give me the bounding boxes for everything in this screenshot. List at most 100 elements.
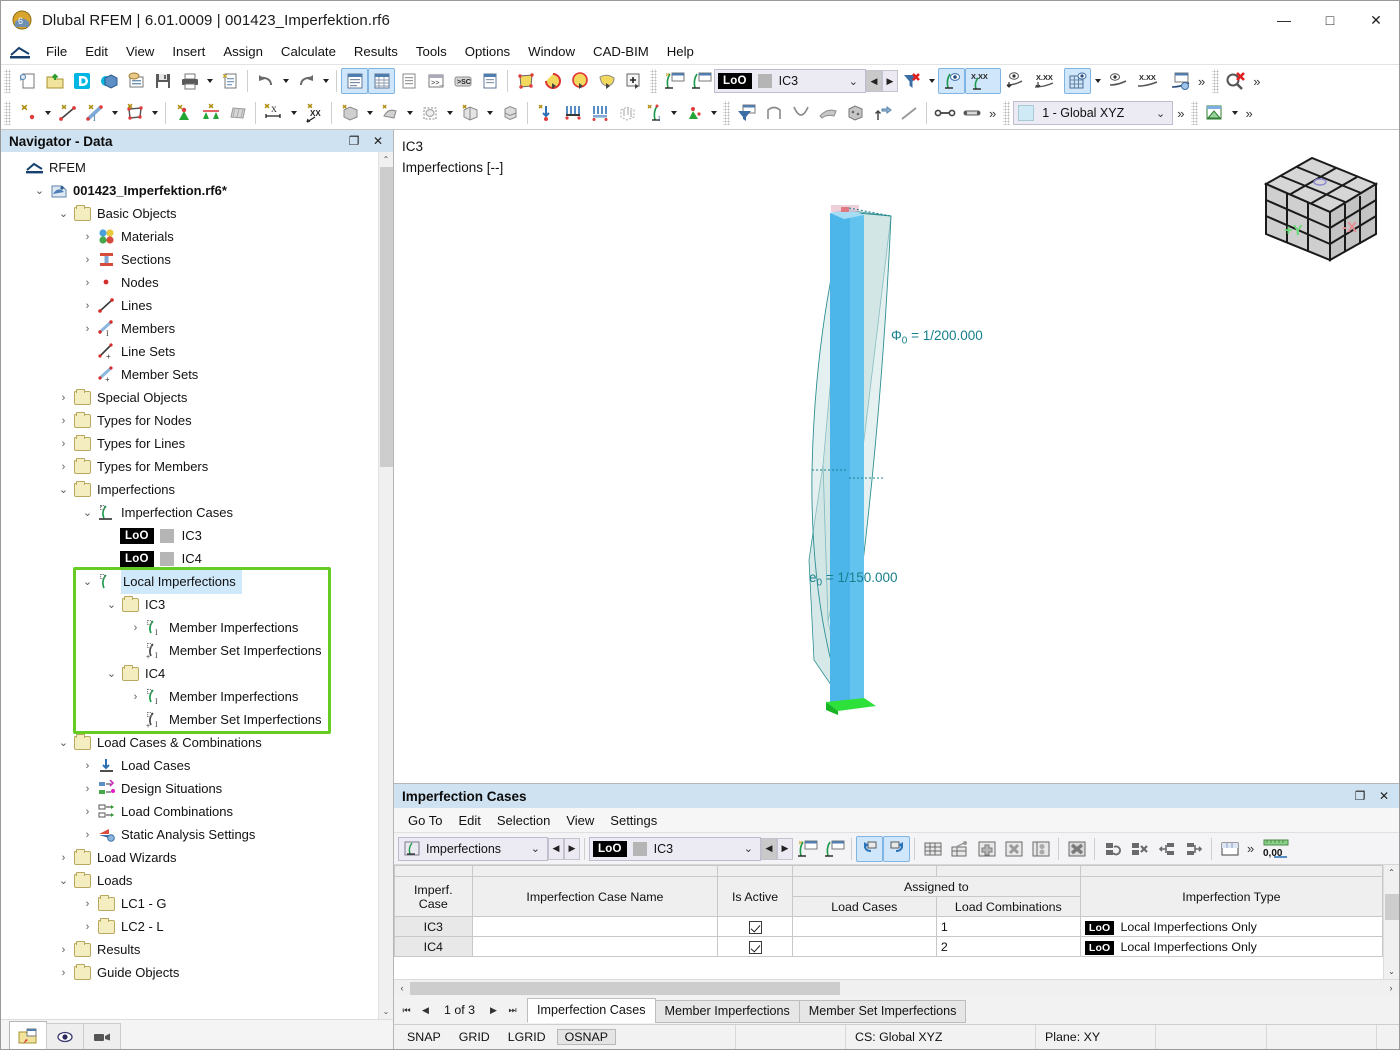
chevron-right-icon[interactable]: › [79,800,96,823]
chevron-down-icon[interactable]: ⌄ [31,179,48,202]
member-load-button[interactable] [586,100,613,126]
imperfection-load-button[interactable]: I [640,100,667,126]
chevron-right-icon[interactable]: › [79,225,96,248]
table-hscroll-thumb[interactable] [410,981,840,995]
delete-row-button[interactable] [1000,836,1027,862]
table-panel-restore-button[interactable]: ❐ [1349,786,1371,806]
chevron-right-icon[interactable]: › [55,938,72,961]
panel-case-combo[interactable]: LoO IC3 ⌄ [589,836,761,861]
table-settings-button[interactable] [946,836,973,862]
tree-item-static-analysis-settings[interactable]: › Static Analysis Settings [1,823,378,846]
tree-item-special-objects[interactable]: › Special Objects [1,386,378,409]
print-dropdown-caret[interactable] [203,68,216,94]
chevron-right-icon[interactable]: › [55,432,72,455]
imperfection-load-caret[interactable] [667,100,680,126]
printout-report-button[interactable] [216,68,243,94]
cell-imperf-case[interactable]: IC3 [394,916,473,937]
support-reactions-button[interactable] [1104,68,1131,94]
tree-item-001423-imperfektion-rf6-[interactable]: ⌄ 001423_Imperfektion.rf6* [1,179,378,202]
col-load-combinations[interactable]: Load Combinations [935,896,1081,917]
navigator-tree[interactable]: RFEM ⌄ 001423_Imperfektion.rf6* ⌄ Basic Obje… [1,152,378,1019]
tree-item-loads[interactable]: ⌄ Loads [1,869,378,892]
menu-results[interactable]: Results [345,41,407,62]
cs-chevron-down-icon[interactable]: ⌄ [1149,107,1172,120]
navigator-scroll-thumb[interactable] [380,167,393,467]
status-resize-grip[interactable] [1377,1025,1399,1049]
tree-item-load-cases-combinations[interactable]: ⌄ Load Cases & Combinations [1,731,378,754]
select-surface-button[interactable] [512,68,539,94]
pager-last-button[interactable]: ⏭ [504,1000,521,1020]
tree-item-design-situations[interactable]: › Design Situations [1,777,378,800]
table-body[interactable]: IC3 1 LoO Local Imperfections Only IC4 2 LoO Lo… [394,916,1383,957]
imperfection-case-next[interactable]: ▶ [882,70,898,92]
tree-item-guide-objects[interactable]: › Guide Objects [1,961,378,984]
table-toolbar-overflow[interactable]: » [1243,841,1258,856]
cell-is-active[interactable] [717,936,793,957]
pager-next-button[interactable]: ▶ [485,1000,502,1020]
tree-item-basic-objects[interactable]: ⌄ Basic Objects [1,202,378,225]
pager-first-button[interactable]: ⏮ [398,1000,415,1020]
navigation-cube[interactable]: +Y -X [1254,150,1384,273]
view-surface-button[interactable] [814,100,841,126]
chevron-right-icon[interactable]: › [55,409,72,432]
new-line-button[interactable] [54,100,81,126]
console-button[interactable]: >>_ [422,68,449,94]
imperfection-case-prev[interactable]: ◀ [866,70,882,92]
new-member-button[interactable]: I [81,100,108,126]
surface-support-button[interactable] [224,100,251,126]
undo-button[interactable] [252,68,279,94]
dimension-caret[interactable] [287,100,300,126]
col-case-name[interactable]: Imperfection Case Name [471,876,719,917]
object-type-chevron-down-icon[interactable]: ⌄ [524,842,547,855]
menu-calculate[interactable]: Calculate [272,41,345,62]
new-imperfection-case-button[interactable] [660,68,687,94]
menu-assign[interactable]: Assign [214,41,272,62]
member-eccentricity-button[interactable] [958,100,985,126]
grid-tab-imperfection-cases[interactable]: Imperfection Cases [527,997,656,1023]
table-hscroll-track[interactable] [410,981,1383,996]
tree-item-members[interactable]: › I Members [1,317,378,340]
object-type-prev[interactable]: ◀ [548,837,564,860]
chevron-right-icon[interactable]: › [79,294,96,317]
chevron-right-icon[interactable]: › [55,455,72,478]
menu-insert[interactable]: Insert [163,41,214,62]
cell-load-combinations[interactable]: 2 [935,936,1081,957]
cell-imperfection-type[interactable]: LoO Local Imperfections Only [1079,936,1383,957]
chevron-right-icon[interactable]: › [79,915,96,938]
col-is-active[interactable]: Is Active [717,876,793,917]
script-button[interactable]: >SC [449,68,476,94]
chevron-right-icon[interactable]: › [55,386,72,409]
toolbar-grip[interactable] [4,69,11,93]
indent-left-button[interactable] [1153,836,1180,862]
chevron-down-icon[interactable]: ⌄ [55,731,72,754]
toolbar-grip-6[interactable] [1003,101,1011,125]
tables-toggle-button[interactable] [368,68,395,94]
tree-item-load-combinations[interactable]: › Load Combinations [1,800,378,823]
tree-item-rfem[interactable]: RFEM [1,156,378,179]
print-button[interactable] [176,68,203,94]
select-by-criteria-button[interactable] [620,68,647,94]
dimension-xx-button[interactable]: XX [300,100,327,126]
chevron-down-icon[interactable]: ⌄ [79,570,96,593]
tree-item-nodes[interactable]: › Nodes [1,271,378,294]
panel-edit-case-button[interactable] [820,836,847,862]
model-info-button[interactable] [122,68,149,94]
tree-item-ic3[interactable]: LoO IC3 [1,524,378,547]
undo-dropdown-caret[interactable] [279,68,292,94]
imperfection-cases-table[interactable]: Imperf. Case Imperfection Case Name Is A… [394,865,1383,957]
table-scroll-down[interactable]: ⌄ [1384,964,1399,979]
new-node-caret[interactable] [41,100,54,126]
table-row[interactable]: IC3 1 LoO Local Imperfections Only [394,916,1383,937]
line-support-button[interactable] [197,100,224,126]
view-solid-button[interactable] [841,100,868,126]
dimension-x-button[interactable]: X [260,100,287,126]
edit-imperfection-case-button[interactable] [687,68,714,94]
menu-edit[interactable]: Edit [76,41,117,62]
col-load-cases[interactable]: Load Cases [791,896,937,917]
toolbar-grip-4[interactable] [4,101,11,125]
cell-load-cases[interactable] [791,916,937,937]
opening-button[interactable] [416,100,443,126]
chevron-right-icon[interactable]: › [79,271,96,294]
export-spreadsheet-button[interactable] [1201,100,1228,126]
deformation-values-button[interactable]: X.XX [1028,68,1064,94]
